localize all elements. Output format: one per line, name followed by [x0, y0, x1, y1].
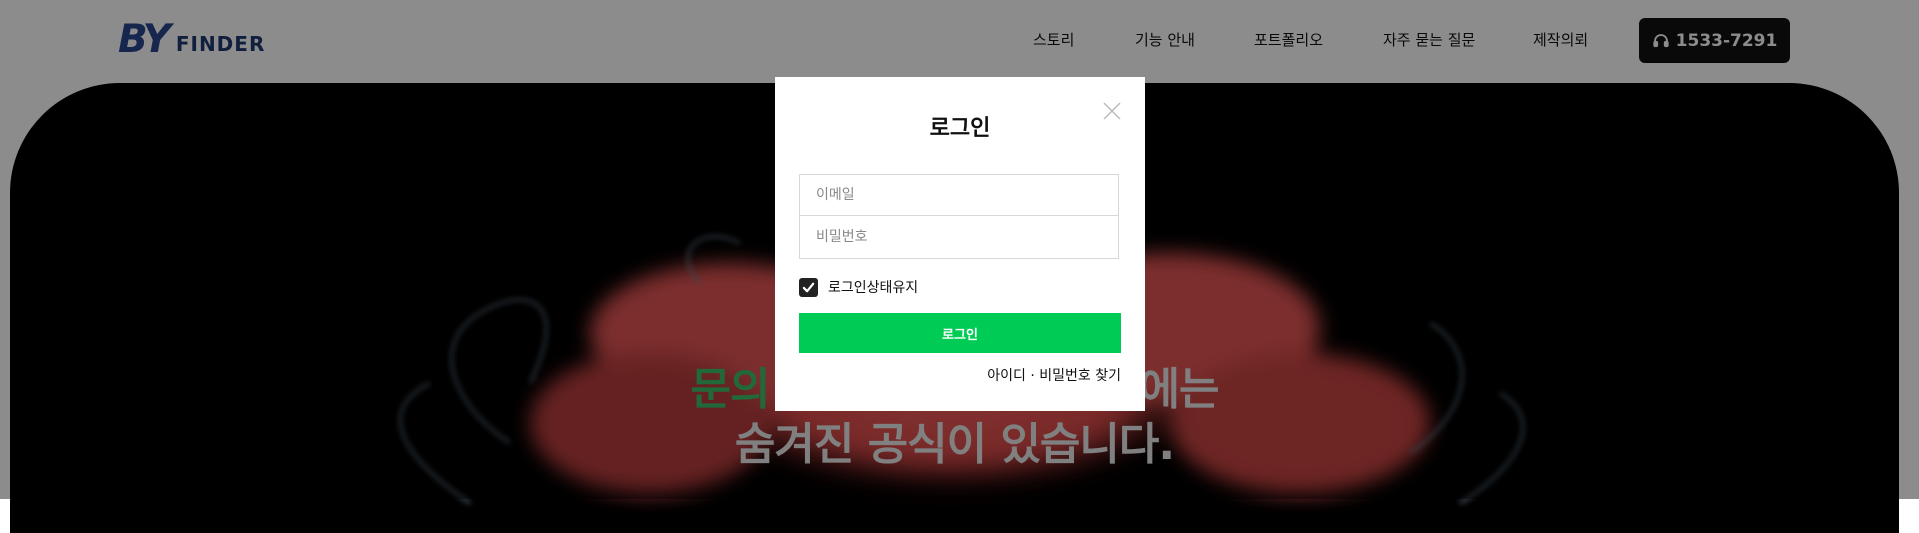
password-input[interactable]: [800, 216, 1118, 258]
remember-label: 로그인상태유지: [828, 280, 919, 296]
login-modal: 로그인 로그인상태유지 로그인 아이디 · 비밀번호 찾기: [775, 77, 1145, 411]
remember-login-option[interactable]: 로그인상태유지: [799, 277, 918, 297]
email-input[interactable]: [800, 175, 1118, 215]
password-field-wrapper: [799, 216, 1119, 259]
close-icon: [1103, 102, 1121, 120]
login-submit-button[interactable]: 로그인: [799, 313, 1121, 353]
remember-checkbox[interactable]: [799, 277, 818, 297]
email-field-wrapper: [799, 174, 1119, 216]
modal-title: 로그인: [929, 116, 991, 141]
close-button[interactable]: [1101, 100, 1123, 122]
checkmark-icon: [802, 282, 815, 292]
find-account-link[interactable]: 아이디 · 비밀번호 찾기: [987, 365, 1121, 385]
